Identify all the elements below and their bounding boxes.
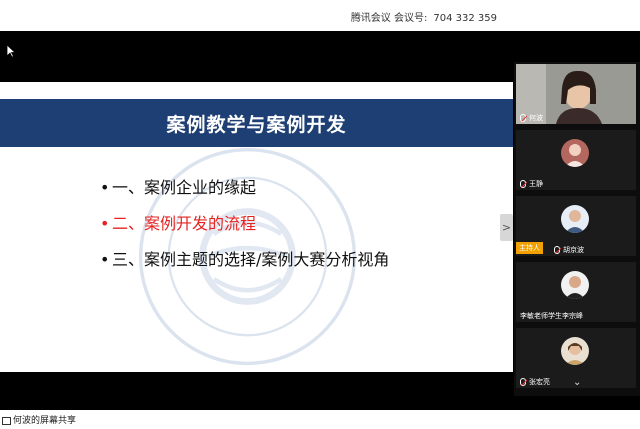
participant-panel: 何波 王静 主持人 胡京波 李敏老师学生李宗峰 张宏亮 [514,62,640,396]
mic-muted-icon [554,246,560,254]
slide-header: 案例教学与案例开发 [0,99,513,147]
meeting-number: 704 332 359 [433,13,497,24]
participant-tile[interactable]: 主持人 胡京波 [516,196,636,256]
next-page-button[interactable]: > [500,214,513,241]
mic-muted-icon [520,378,526,386]
meeting-window: 腾讯会议 会议号: 704 332 359 案例教学与案例开发 • 一、案例企业的缘… [0,0,640,429]
bullet-list: • 一、案例企业的缘起 • 二、案例开发的流程 • 三、案例主题的选择/案例大赛分析视… [100,176,389,284]
participant-name: 王静 [520,179,543,189]
avatar [561,139,589,167]
avatar [561,271,589,299]
mic-muted-icon [520,114,526,122]
participant-tile-video[interactable]: 何波 [516,64,636,124]
bullet-item-2: • 二、案例开发的流程 [100,214,257,233]
bottom-bar: 何波的屏幕共享 [0,410,640,429]
participant-name: 何波 [520,113,543,123]
avatar [561,205,589,233]
meeting-info[interactable]: 腾讯会议 会议号: 704 332 359 [351,9,497,24]
participant-name: 胡京波 [554,245,584,255]
bullet-text: 一、案例企业的缘起 [112,178,257,197]
avatar [561,337,589,365]
participant-name: 李敏老师学生李宗峰 [520,312,583,320]
shared-slide: 案例教学与案例开发 • 一、案例企业的缘起 • 二、案例开发的流程 • 三、案例主题的… [0,82,513,372]
participant-tile[interactable]: 李敏老师学生李宗峰 [516,262,636,322]
screen-share-label: 何波的屏幕共享 [2,413,76,426]
meeting-label: 腾讯会议 会议号: [350,13,428,24]
chevron-down-icon[interactable]: ⌄ [573,377,581,388]
participant-tile[interactable]: 王静 [516,130,636,190]
mic-muted-icon [520,180,526,188]
top-bar: 腾讯会议 会议号: 704 332 359 [0,0,640,31]
bullet-item-1: • 一、案例企业的缘起 [100,178,257,197]
participant-name: 张宏亮 [520,377,550,387]
bullet-text: 二、案例开发的流程 [112,214,257,233]
bullet-text: 三、案例主题的选择/案例大赛分析视角 [112,250,390,269]
screen-icon [2,416,11,425]
slide-title: 案例教学与案例开发 [166,114,347,136]
bullet-item-3: • 三、案例主题的选择/案例大赛分析视角 [100,250,390,269]
mouse-cursor-icon [6,44,16,58]
host-badge: 主持人 [516,242,543,254]
